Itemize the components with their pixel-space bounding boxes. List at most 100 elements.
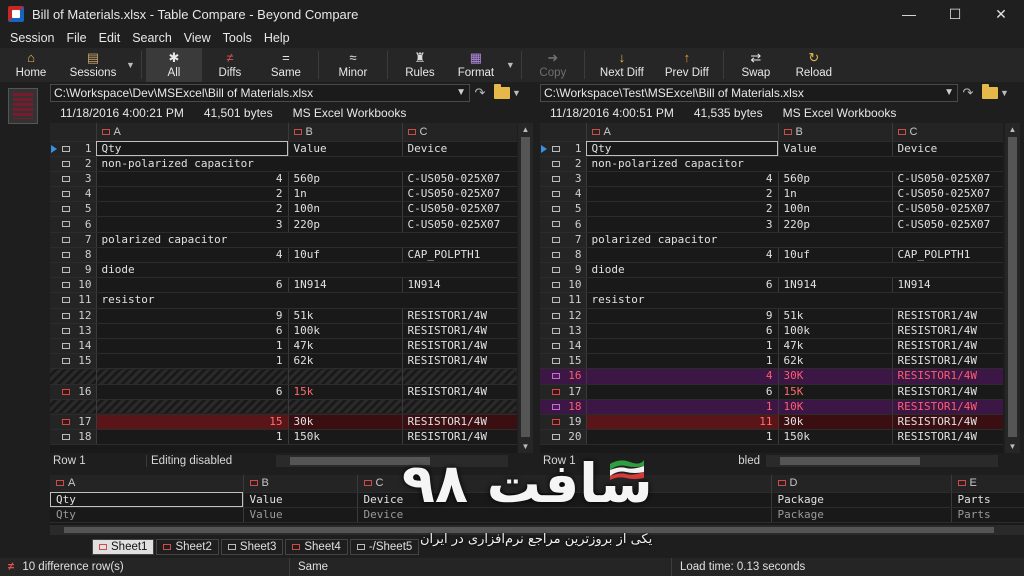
menu-view[interactable]: View [178, 31, 217, 45]
row-number[interactable]: 7 [50, 232, 97, 248]
row-number[interactable]: 9 [50, 262, 97, 279]
row-number[interactable]: 15 [50, 353, 97, 370]
cell-b[interactable] [288, 399, 403, 415]
table-row[interactable]: 4 2 1n C-US050-025X07 [540, 186, 1003, 203]
cell-a[interactable]: 1 [586, 353, 779, 370]
scroll-down-icon[interactable]: ▼ [1005, 442, 1020, 451]
table-row[interactable] [50, 368, 517, 385]
row-number[interactable]: 11 [50, 292, 97, 309]
row-number[interactable]: 16 [540, 368, 587, 385]
maximize-button[interactable]: ☐ [932, 0, 978, 28]
left-table-grid[interactable]: A B C 1 Qty Value Device 2 non-polarized capa… [50, 123, 517, 453]
cell-c[interactable]: Device [892, 141, 1003, 157]
cell-b[interactable]: Value [288, 141, 403, 157]
table-row[interactable] [50, 399, 517, 415]
cell-a[interactable]: 3 [96, 216, 289, 233]
thumbnail-overview[interactable] [8, 88, 38, 124]
cell-c[interactable]: RESISTOR1/4W [892, 323, 1003, 339]
copy-button[interactable]: ➜ Copy [526, 48, 580, 82]
cell-c[interactable]: C-US050-025X07 [402, 216, 517, 233]
cell-b[interactable]: 30k [288, 414, 403, 431]
cell-b[interactable]: 150k [288, 429, 403, 446]
cell-a[interactable]: 2 [586, 201, 779, 218]
row-number[interactable]: 1 [540, 141, 587, 157]
cell-c[interactable] [402, 399, 517, 415]
table-row[interactable]: 7 polarized capacitor [50, 232, 517, 248]
row-number[interactable]: 1 [50, 141, 97, 157]
cell-c[interactable]: CAP_POLPTH1 [892, 247, 1003, 264]
chevron-down-icon[interactable]: ▼ [944, 85, 954, 101]
table-row[interactable]: 17 15 30k RESISTOR1/4W [50, 414, 517, 431]
cell-b[interactable]: 47k [288, 338, 403, 355]
row-number[interactable]: 11 [540, 292, 587, 309]
row-number[interactable]: 14 [540, 338, 587, 355]
cell-b[interactable]: Value [778, 141, 893, 157]
row-number[interactable]: 2 [50, 156, 97, 172]
cell-c[interactable]: RESISTOR1/4W [402, 414, 517, 431]
menu-edit[interactable]: Edit [93, 31, 127, 45]
section-label-cell[interactable]: diode [96, 262, 517, 279]
cell-b[interactable]: 62k [288, 353, 403, 370]
table-row[interactable]: 6 3 220p C-US050-025X07 [50, 216, 517, 233]
row-number[interactable]: 17 [50, 414, 97, 431]
cell-c[interactable]: RESISTOR1/4W [402, 353, 517, 370]
table-row[interactable]: 7 polarized capacitor [540, 232, 1003, 248]
home-button[interactable]: ⌂ Home [0, 48, 62, 82]
menu-file[interactable]: File [60, 31, 92, 45]
cell-a[interactable]: 1 [586, 429, 779, 446]
column-header-c[interactable]: C [892, 123, 1003, 142]
table-row[interactable]: 1 Qty Value Device [50, 141, 517, 157]
row-number[interactable]: 8 [540, 247, 587, 264]
table-row[interactable]: 2 non-polarized capacitor [540, 156, 1003, 172]
cell-a[interactable]: 6 [96, 384, 289, 400]
table-row[interactable]: 19 11 30k RESISTOR1/4W [540, 414, 1003, 431]
format-button[interactable]: ▦ Format [448, 48, 504, 82]
cell-a[interactable]: 4 [96, 247, 289, 264]
scroll-up-icon[interactable]: ▲ [518, 125, 533, 134]
cell-a[interactable]: 6 [96, 277, 289, 294]
row-number[interactable]: 4 [50, 186, 97, 203]
cell-b[interactable]: 100k [288, 323, 403, 339]
cell-c[interactable]: RESISTOR1/4W [892, 353, 1003, 370]
cell-c[interactable]: 1N914 [402, 277, 517, 294]
cell-a[interactable] [96, 368, 289, 385]
row-number[interactable]: 20 [540, 429, 587, 446]
cell-c[interactable]: RESISTOR1/4W [402, 338, 517, 355]
left-vertical-scrollbar[interactable]: ▲ ▼ [518, 123, 533, 453]
row-number[interactable]: 10 [540, 277, 587, 294]
cell-b[interactable]: 560p [288, 171, 403, 188]
row-number[interactable]: 5 [50, 201, 97, 218]
cell-b[interactable]: 30K [778, 368, 893, 385]
detail-column-d[interactable]: D [771, 475, 952, 493]
cell-a[interactable]: 4 [96, 171, 289, 188]
swap-button[interactable]: ⇄ Swap [728, 48, 784, 82]
right-vertical-scrollbar[interactable]: ▲ ▼ [1005, 123, 1020, 453]
table-row[interactable]: 2 non-polarized capacitor [50, 156, 517, 172]
table-row[interactable]: 8 4 10uf CAP_POLPTH1 [50, 247, 517, 264]
cell-c[interactable]: RESISTOR1/4W [892, 414, 1003, 431]
cell-a[interactable]: 9 [96, 308, 289, 324]
row-number[interactable]: 6 [540, 216, 587, 233]
cell-c[interactable]: C-US050-025X07 [402, 171, 517, 188]
cell-a[interactable]: 2 [96, 201, 289, 218]
cell-c[interactable]: RESISTOR1/4W [402, 384, 517, 400]
cell-b[interactable]: 560p [778, 171, 893, 188]
cell-a[interactable]: 2 [586, 186, 779, 203]
cell-b[interactable]: 220p [778, 216, 893, 233]
cell-b[interactable]: 62k [778, 353, 893, 370]
table-row[interactable]: 6 3 220p C-US050-025X07 [540, 216, 1003, 233]
column-header-a[interactable]: A [586, 123, 779, 142]
cell-c[interactable]: RESISTOR1/4W [402, 429, 517, 446]
row-number[interactable]: 12 [50, 308, 97, 324]
cell-a[interactable]: 6 [586, 384, 779, 400]
section-label-cell[interactable]: polarized capacitor [586, 232, 1003, 248]
table-row[interactable]: 11 resistor [540, 292, 1003, 309]
table-row[interactable]: 3 4 560p C-US050-025X07 [540, 171, 1003, 188]
cell-a[interactable]: Qty [586, 141, 779, 157]
sheet-tab-2[interactable]: Sheet2 [156, 539, 219, 555]
row-number[interactable]: 15 [540, 353, 587, 370]
row-number[interactable]: 14 [50, 338, 97, 355]
row-number[interactable]: 17 [540, 384, 587, 400]
section-label-cell[interactable]: resistor [586, 292, 1003, 309]
detail-column-b[interactable]: B [243, 475, 358, 493]
